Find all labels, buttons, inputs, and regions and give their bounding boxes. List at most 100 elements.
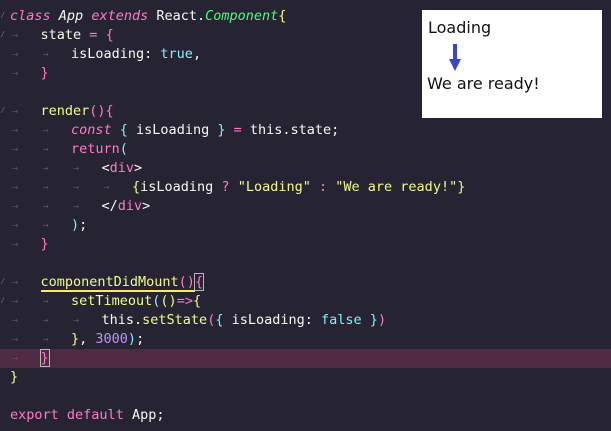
code-token: } — [457, 179, 466, 195]
code-line[interactable]: → → const { isLoading } = this.state; — [0, 121, 611, 140]
code-text: } — [39, 349, 50, 368]
code-line[interactable]: } — [0, 368, 611, 387]
code-token: div — [109, 160, 135, 176]
indent-arrow-icon: → — [42, 144, 49, 155]
code-token: setTimeout — [71, 293, 153, 309]
indent-arrow-icon: → — [42, 220, 49, 231]
code-token: isLoading — [71, 46, 145, 62]
indent-arrow-icon: → — [12, 106, 19, 117]
indent-arrow-icon: → — [42, 49, 49, 60]
code-line[interactable]: export default App; — [0, 406, 611, 425]
code-text: } — [10, 368, 18, 387]
code-token: extends — [91, 8, 149, 24]
code-text: {isLoading ? "Loading" : "We are ready!"… — [132, 178, 465, 197]
code-token: export — [10, 407, 59, 423]
code-text: }, 3000); — [71, 330, 144, 349]
code-text: return( — [71, 140, 128, 159]
indent-arrow-icon: → — [12, 353, 19, 364]
code-line[interactable]: → →); — [0, 216, 611, 235]
indent-arrow-icon: → — [12, 182, 19, 193]
code-text: render(){ — [41, 102, 114, 121]
down-arrow-icon — [449, 44, 461, 71]
code-token: ; — [331, 122, 340, 138]
indent-arrow-icon: → — [12, 315, 19, 326]
code-line[interactable]: → → → this.setState({ isLoading: false }) — [0, 311, 611, 330]
code-token: { — [192, 293, 202, 309]
fold-marker-icon[interactable]: ⁄ — [0, 26, 8, 45]
indent-arrow-icon: → — [12, 49, 19, 60]
code-line[interactable]: →} — [0, 235, 611, 254]
indent-arrow-icon: → — [42, 182, 49, 193]
indent-arrow-icon: → — [42, 163, 49, 174]
indent-arrow-icon: → — [42, 315, 49, 326]
code-text: export default App; — [10, 406, 164, 425]
code-line[interactable]: → → → <div> — [0, 159, 611, 178]
code-token: } — [369, 312, 378, 328]
code-token: { — [132, 179, 141, 195]
code-token: isLoading — [127, 122, 218, 138]
code-token: = — [233, 122, 242, 138]
code-line[interactable]: ⁄ → → setTimeout(()=>{ — [0, 292, 611, 311]
code-token: { — [105, 27, 114, 43]
code-token: ) — [71, 217, 80, 233]
code-line[interactable]: →} — [0, 349, 611, 368]
code-text: isLoading: true, — [71, 45, 201, 64]
code-line[interactable]: → →}, 3000); — [0, 330, 611, 349]
fold-marker-icon[interactable]: ⁄ — [0, 7, 8, 26]
indent-arrow-icon: → — [12, 239, 19, 250]
code-line[interactable]: ⁄ → componentDidMount(){ — [0, 273, 611, 292]
code-token: ; — [136, 331, 145, 347]
code-token: this — [241, 122, 283, 138]
code-text: this.setState({ isLoading: false }) — [102, 311, 387, 330]
indent-arrow-icon: → — [42, 125, 49, 136]
fold-marker-icon[interactable]: ⁄ — [0, 292, 8, 311]
indent-arrow-icon: → — [12, 296, 19, 307]
code-text: componentDidMount(){ — [40, 273, 205, 292]
indent-arrow-icon: → — [12, 30, 19, 41]
indent-arrow-icon: → — [12, 334, 19, 345]
code-token: { — [278, 8, 287, 24]
code-token: React — [156, 8, 197, 24]
code-line[interactable] — [0, 387, 611, 406]
code-token: isLoading — [140, 179, 222, 195]
indent-arrow-icon: → — [73, 315, 80, 326]
code-token: : — [144, 46, 161, 62]
code-token: ( — [119, 141, 128, 157]
code-token: . — [282, 122, 291, 138]
code-token: </ — [101, 198, 118, 214]
code-token: App — [58, 8, 84, 24]
code-token: true — [160, 46, 193, 62]
code-line[interactable]: → → → → {isLoading ? "Loading" : "We are rea… — [0, 178, 611, 197]
code-token: => — [176, 293, 193, 309]
code-line[interactable] — [0, 254, 611, 273]
ready-text: We are ready! — [427, 74, 540, 93]
code-token: "We are ready!" — [335, 179, 458, 195]
indent-arrow-icon: → — [73, 163, 80, 174]
code-token: < — [101, 160, 110, 176]
code-token: : — [319, 179, 328, 195]
code-text: </div> — [102, 197, 151, 216]
code-line[interactable]: → → → </div> — [0, 197, 611, 216]
code-token: } — [40, 236, 49, 252]
fold-marker-icon[interactable]: ⁄ — [0, 273, 8, 292]
code-line[interactable]: → → return( — [0, 140, 611, 159]
code-token: state — [290, 122, 332, 138]
code-token: false — [321, 312, 362, 328]
code-token: 3000 — [95, 331, 128, 347]
code-token: () — [160, 293, 177, 309]
code-token: App; — [123, 407, 165, 423]
code-token: () — [178, 274, 195, 292]
code-token: ) — [377, 312, 387, 328]
code-text: state = { — [41, 26, 114, 45]
fold-marker-icon[interactable]: ⁄ — [0, 102, 8, 121]
indent-arrow-icon: → — [12, 68, 19, 79]
code-text: setTimeout(()=>{ — [71, 292, 201, 311]
code-text: } — [41, 64, 49, 83]
code-token: "Loading" — [237, 179, 311, 195]
